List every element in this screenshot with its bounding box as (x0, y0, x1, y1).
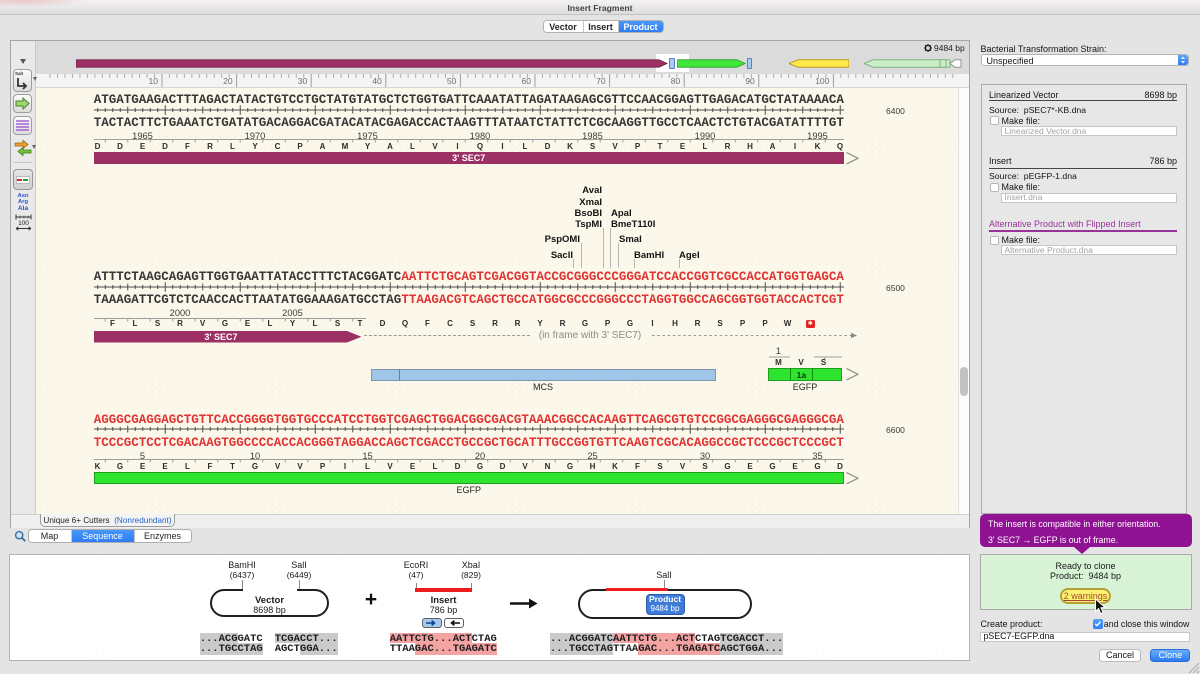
svg-text:100: 100 (18, 220, 29, 227)
svg-text:3' SEC7: 3' SEC7 (204, 332, 237, 342)
